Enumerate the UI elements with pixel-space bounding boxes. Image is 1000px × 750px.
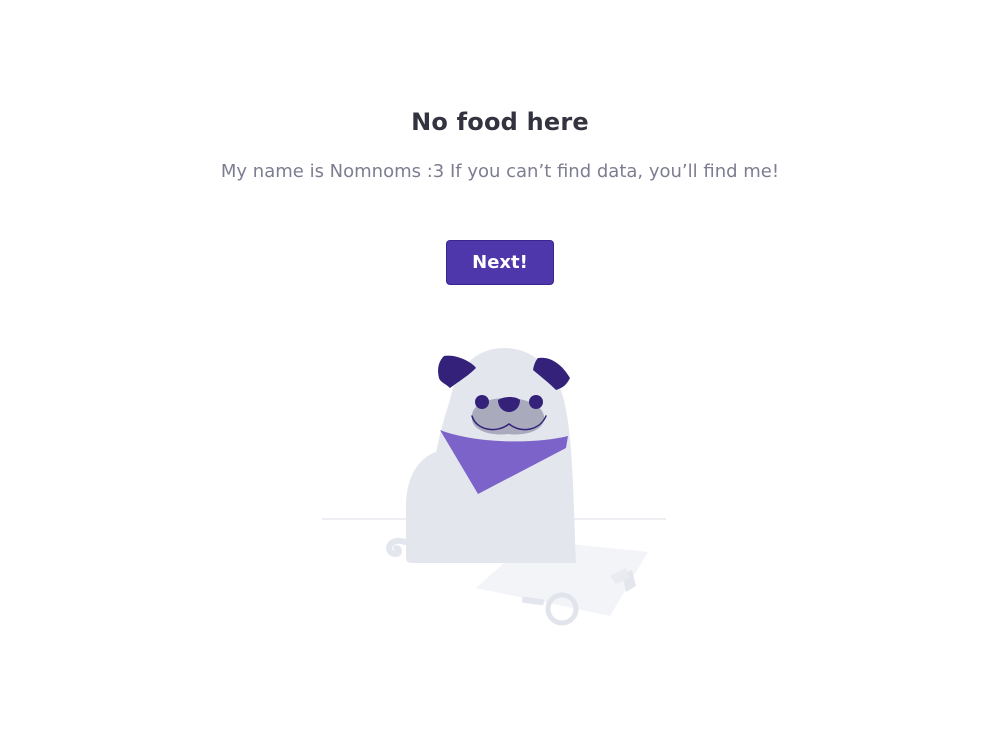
pug-left-eye	[475, 395, 489, 409]
pug-mascot-illustration	[300, 330, 700, 640]
next-button[interactable]: Next!	[446, 240, 554, 285]
pug-tail	[386, 537, 408, 558]
pug-right-eye	[529, 395, 543, 409]
empty-state-title: No food here	[411, 108, 589, 136]
empty-state-page: No food here My name is Nomnoms :3 If yo…	[0, 0, 1000, 750]
empty-state-message: My name is Nomnoms :3 If you can’t find …	[220, 161, 780, 182]
